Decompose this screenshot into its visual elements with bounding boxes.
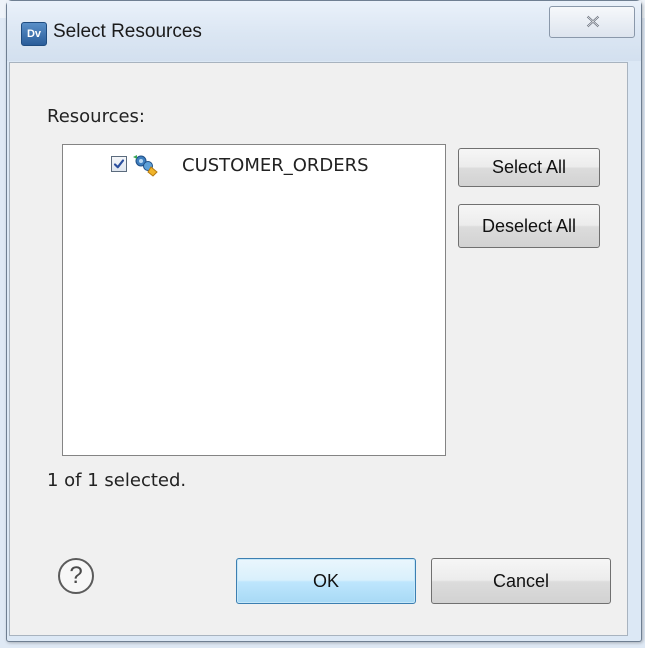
resources-list[interactable]: CUSTOMER_ORDERS [62,144,446,456]
title-bar[interactable]: Dv Select Resources [7,1,641,61]
selection-status: 1 of 1 selected. [47,470,187,491]
data-resource-icon [133,155,158,177]
deselect-all-button[interactable]: Deselect All [458,204,600,248]
help-icon[interactable]: ? [58,558,94,594]
cancel-button[interactable]: Cancel [431,558,611,604]
resource-label: CUSTOMER_ORDERS [182,155,369,176]
select-all-button[interactable]: Select All [458,148,600,187]
ok-button[interactable]: OK [236,558,416,604]
close-icon [586,15,600,28]
app-icon: Dv [21,22,47,46]
dialog-title: Select Resources [53,21,202,42]
checkmark-icon [113,159,125,169]
close-button[interactable] [549,6,635,38]
resources-label: Resources: [47,106,145,127]
resource-checkbox[interactable] [111,156,127,172]
